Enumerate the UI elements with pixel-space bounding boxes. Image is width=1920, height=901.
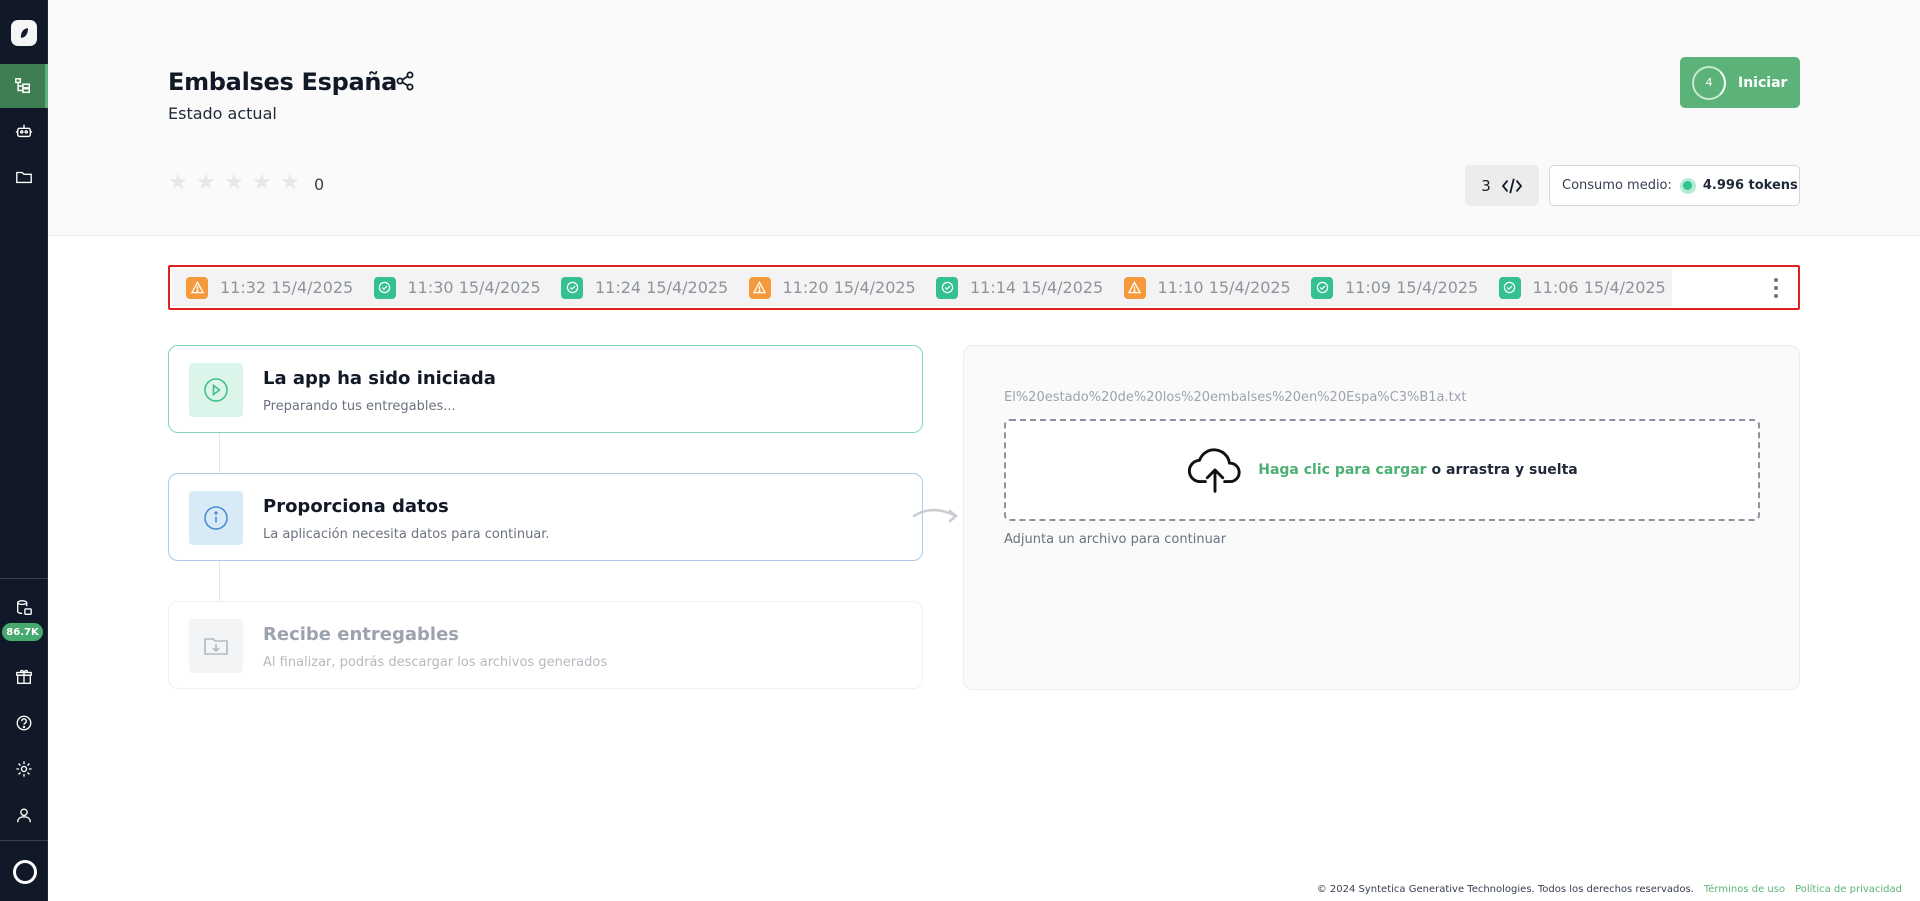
history-item-label: 11:32 15/4/2025 <box>220 278 354 297</box>
start-button[interactable]: 4 Iniciar <box>1680 57 1800 108</box>
history-item[interactable]: 11:09 15/4/2025 <box>1297 269 1485 306</box>
upload-drag-text: o arrastra y suelta <box>1431 462 1578 478</box>
step-title: La app ha sido iniciada <box>263 368 496 389</box>
user-icon <box>17 808 31 823</box>
start-count-ring: 4 <box>1692 65 1726 100</box>
execution-history: 11:32 15/4/2025 11:30 15/4/2025 11:24 15/4… <box>168 265 1800 310</box>
check-circle-icon <box>561 276 583 299</box>
file-dropzone[interactable]: Haga clic para cargar o arrastra y suelt… <box>1004 419 1760 521</box>
step-subtitle: Preparando tus entregables... <box>263 399 456 414</box>
database-icon <box>17 600 32 615</box>
code-count: 3 <box>1481 176 1491 195</box>
star-icon[interactable]: ★ <box>196 172 218 194</box>
sidebar-item-gifts[interactable] <box>0 655 48 699</box>
star-icon[interactable]: ★ <box>252 172 274 194</box>
step-provide-data: Proporciona datos La aplicación necesita… <box>168 473 923 561</box>
sidebar-item-profile[interactable] <box>0 793 48 837</box>
rating-count: 0 <box>314 175 325 194</box>
cloud-upload-icon <box>1188 448 1241 493</box>
privacy-link[interactable]: Política de privacidad <box>1795 884 1902 895</box>
folder-icon <box>16 171 32 184</box>
info-icon <box>189 491 243 545</box>
share-icon[interactable] <box>394 70 416 92</box>
play-icon <box>189 363 243 417</box>
sidebar: 86.7K <box>0 0 48 901</box>
history-item-label: 11:14 15/4/2025 <box>970 278 1104 297</box>
warning-icon <box>186 276 208 299</box>
help-icon <box>16 715 32 731</box>
upload-hint: Adjunta un archivo para continuar <box>1004 532 1227 547</box>
consumo-label: Consumo medio: <box>1562 178 1672 193</box>
star-icon[interactable]: ★ <box>224 172 246 194</box>
code-versions-button[interactable]: 3 <box>1465 165 1539 206</box>
warning-icon <box>748 276 771 299</box>
step-subtitle: La aplicación necesita datos para contin… <box>263 527 550 542</box>
footer: © 2024 Syntetica Generative Technologies… <box>1317 884 1902 895</box>
workflow-icon <box>14 78 30 94</box>
check-circle-icon <box>1311 276 1333 299</box>
sidebar-item-credits[interactable] <box>0 588 48 628</box>
code-icon <box>1501 178 1522 193</box>
step-app-started: La app ha sido iniciada Preparando tus e… <box>168 345 923 433</box>
sidebar-divider <box>0 578 48 579</box>
page-title: Embalses España <box>168 68 398 96</box>
step-subtitle: Al finalizar, podrás descargar los archi… <box>263 655 608 670</box>
token-status-icon <box>1679 177 1696 194</box>
token-consumption: Consumo medio: 4.996 tokens <box>1549 165 1800 206</box>
upload-link[interactable]: Haga clic para cargar <box>1258 462 1426 478</box>
star-icon[interactable]: ★ <box>280 172 302 194</box>
app-header: Embalses España Estado actual 4 Iniciar … <box>48 0 1920 236</box>
history-item[interactable]: 11:30 15/4/2025 <box>360 269 548 306</box>
sidebar-item-workflows[interactable] <box>0 64 48 108</box>
start-button-label: Iniciar <box>1738 74 1788 91</box>
settings-icon <box>16 761 32 777</box>
credits-badge: 86.7K <box>2 623 43 641</box>
check-circle-icon <box>373 276 396 299</box>
step-title: Proporciona datos <box>263 496 449 517</box>
sidebar-item-help[interactable] <box>0 701 48 745</box>
history-item[interactable]: 11:24 15/4/2025 <box>547 269 735 306</box>
sidebar-item-agents[interactable] <box>0 109 48 153</box>
history-item[interactable]: 11:14 15/4/2025 <box>922 269 1110 306</box>
consumo-value: 4.996 tokens <box>1702 178 1798 193</box>
history-item-label: 11:09 15/4/2025 <box>1345 278 1479 297</box>
avatar[interactable] <box>13 860 37 884</box>
history-item[interactable]: 11:20 15/4/2025 <box>735 269 923 306</box>
file-name: El%20estado%20de%20los%20embalses%20en%2… <box>1004 390 1467 405</box>
gift-icon <box>16 669 32 684</box>
robot-icon <box>15 124 33 138</box>
history-strip: 11:32 15/4/2025 11:30 15/4/2025 11:24 15/4… <box>172 269 1672 306</box>
sidebar-divider-bottom <box>0 840 48 841</box>
history-item[interactable]: 11:32 15/4/2025 <box>172 269 360 306</box>
arrow-right-icon <box>912 508 958 523</box>
history-item-label: 11:06 15/4/2025 <box>1532 278 1666 297</box>
check-circle-icon <box>936 276 958 299</box>
sidebar-item-files[interactable] <box>0 155 48 199</box>
step-title: Recibe entregables <box>263 624 459 645</box>
history-item[interactable]: 11:06 15/4/2025 <box>1485 269 1673 306</box>
folder-download-icon <box>189 619 243 673</box>
step-connector <box>219 433 220 473</box>
copyright-text: © 2024 Syntetica Generative Technologies… <box>1316 884 1694 895</box>
rating-stars[interactable]: ★ ★ ★ ★ ★ <box>168 172 302 194</box>
upload-panel: El%20estado%20de%20los%20embalses%20en%2… <box>963 345 1800 690</box>
warning-icon <box>1123 276 1146 299</box>
history-item[interactable]: 11:10 15/4/2025 <box>1110 269 1298 306</box>
terms-link[interactable]: Términos de uso <box>1704 884 1785 895</box>
history-item-label: 11:30 15/4/2025 <box>407 278 541 297</box>
sidebar-item-settings[interactable] <box>0 747 48 791</box>
page-subtitle: Estado actual <box>168 104 277 123</box>
more-options-icon[interactable] <box>1768 278 1784 298</box>
step-receive-deliverables: Recibe entregables Al finalizar, podrás … <box>168 601 923 689</box>
star-icon[interactable]: ★ <box>168 172 190 194</box>
app-logo[interactable] <box>11 20 37 46</box>
step-connector <box>219 561 220 601</box>
history-item-label: 11:10 15/4/2025 <box>1157 278 1291 297</box>
history-item-label: 11:20 15/4/2025 <box>782 278 916 297</box>
check-circle-icon <box>1498 276 1521 299</box>
history-item-label: 11:24 15/4/2025 <box>595 278 729 297</box>
